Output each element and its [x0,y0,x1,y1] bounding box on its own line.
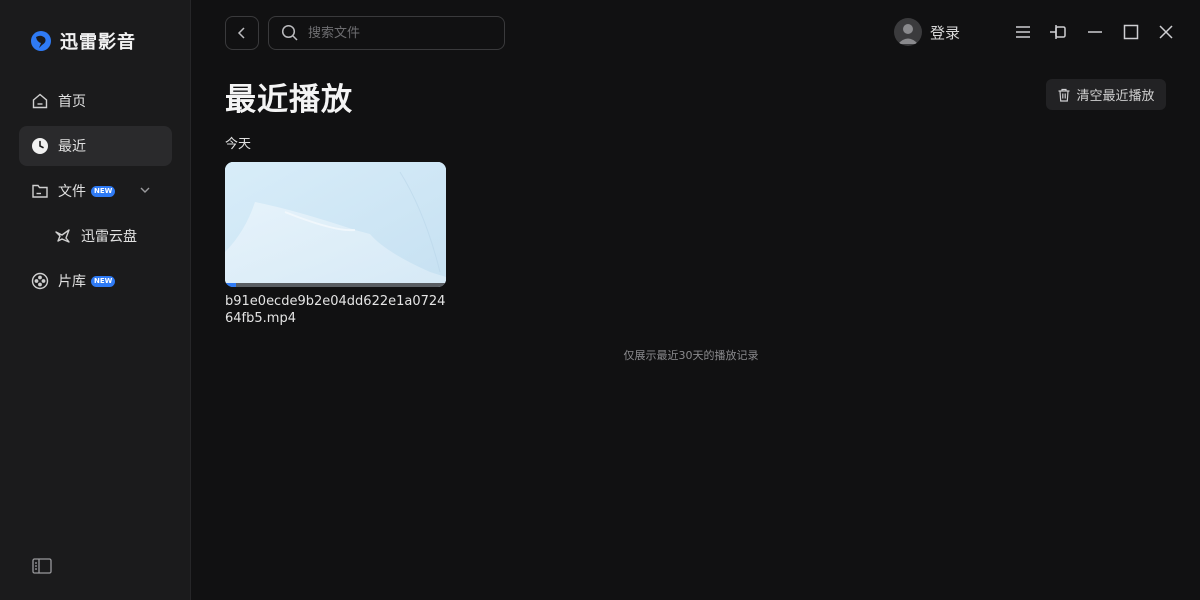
playback-progress-fill [225,283,237,287]
sidebar-item-recent[interactable]: 最近 [19,126,172,166]
menu-button[interactable] [1013,22,1033,42]
hamburger-menu-icon [1016,26,1030,38]
close-icon [1159,25,1173,39]
login-label: 登录 [930,23,961,42]
minimize-icon [1088,31,1102,33]
video-filename[interactable]: b91e0ecde9b2e04dd622e1a072464fb5.mp4 [225,293,450,327]
chevron-left-icon [237,27,245,39]
new-badge: NEW [91,185,116,197]
cloud-bird-icon [54,227,72,245]
app-window: 迅雷影音 首页 最近 文件 NEW 迅雷云盘 片库 NEW 搜索文件 登录 最近… [0,0,1200,600]
sidebar-item-label: 片库 [58,274,86,290]
new-badge: NEW [91,275,116,287]
maximize-button[interactable] [1121,22,1141,42]
sidebar-item-label: 文件 [58,184,86,200]
sidebar-item-cloud-drive[interactable]: 迅雷云盘 [42,216,172,256]
minimize-button[interactable] [1085,22,1105,42]
sidebar-toggle-icon[interactable] [32,557,52,575]
page-title: 最近播放 [225,82,353,118]
app-name: 迅雷影音 [60,32,136,53]
thumbnail-image [225,162,446,283]
search-icon [281,24,298,41]
sidebar-item-label: 迅雷云盘 [81,229,137,245]
sidebar-item-label: 最近 [58,139,86,155]
sidebar-item-home[interactable]: 首页 [19,81,172,121]
section-label-today: 今天 [225,137,252,152]
playback-progress-track [225,283,446,287]
chevron-down-icon[interactable] [138,183,152,197]
clock-icon [31,137,49,155]
back-button[interactable] [225,16,259,50]
close-button[interactable] [1156,22,1176,42]
maximize-icon [1123,24,1139,40]
pin-button[interactable] [1048,22,1068,42]
clear-recent-button[interactable]: 清空最近播放 [1046,79,1166,110]
user-avatar-icon [898,24,918,44]
search-input[interactable] [306,24,496,42]
clear-recent-label: 清空最近播放 [1076,89,1155,104]
film-reel-icon [31,272,49,290]
trash-icon [1058,88,1070,102]
sidebar-item-label: 首页 [58,94,86,110]
xunlei-logo-icon [31,31,51,51]
video-thumbnail[interactable] [225,162,446,287]
avatar [894,18,922,46]
pin-icon [1050,25,1066,39]
search-box[interactable] [268,16,505,50]
home-icon [31,92,49,110]
history-note: 仅展示最近30天的播放记录 [623,349,759,362]
app-logo: 迅雷影音 [30,28,136,54]
login-button[interactable]: 登录 [894,18,960,46]
folder-icon [31,182,49,200]
sidebar-item-files[interactable]: 文件 NEW [19,171,172,211]
sidebar: 迅雷影音 首页 最近 文件 NEW 迅雷云盘 片库 NEW [0,0,191,600]
sidebar-item-library[interactable]: 片库 NEW [19,261,172,301]
